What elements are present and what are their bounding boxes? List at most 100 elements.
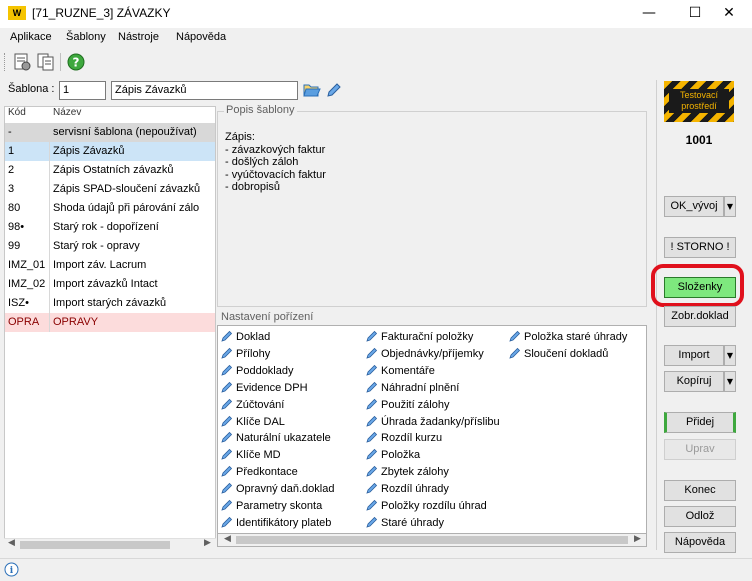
pencil-icon (366, 499, 378, 511)
storno-button[interactable]: ! STORNO ! (664, 237, 736, 258)
table-row[interactable]: 2 Zápis Ostatních závazků (5, 161, 215, 180)
row-code: 1 (8, 145, 15, 157)
row-name: Zápis SPAD-sloučení závazků (53, 183, 201, 195)
help-icon[interactable]: ? (66, 52, 86, 72)
konec-button[interactable]: Konec (664, 480, 736, 501)
settings-item[interactable]: Rozdíl kurzu (366, 431, 442, 447)
template-settings-icon[interactable] (12, 52, 32, 72)
pridej-button[interactable]: Přidej (664, 412, 736, 433)
settings-item[interactable]: Přílohy (221, 347, 270, 363)
row-name: Starý rok - dopořízení (53, 221, 159, 233)
pencil-icon (366, 516, 378, 528)
settings-item[interactable]: Použití zálohy (366, 398, 449, 414)
settings-item[interactable]: Náhradní plnění (366, 381, 459, 397)
table-row[interactable]: 98• Starý rok - dopořízení (5, 218, 215, 237)
toolbar: ? (0, 50, 752, 76)
table-row[interactable]: IMZ_01 Import záv. Lacrum (5, 256, 215, 275)
table-row[interactable]: IMZ_02 Import závazků Intact (5, 275, 215, 294)
table-row[interactable]: 99 Starý rok - opravy (5, 237, 215, 256)
template-grid[interactable]: Kód Název - servisní šablona (nepoužívat)… (4, 106, 216, 550)
info-icon[interactable]: i (4, 562, 19, 577)
settings-horizontal-scrollbar[interactable]: ◀ ▶ (217, 534, 647, 547)
settings-item[interactable]: Zúčtování (221, 398, 284, 414)
pencil-icon (366, 347, 378, 359)
scroll-left-arrow-icon[interactable]: ◀ (8, 538, 15, 548)
pencil-icon (366, 415, 378, 427)
ok-vyvoj-dropdown-arrow-icon[interactable]: ▼ (724, 196, 736, 217)
pencil-icon (221, 516, 233, 528)
row-code: IMZ_02 (8, 278, 46, 290)
template-code-field[interactable]: 1 (59, 81, 106, 100)
odloz-button[interactable]: Odlož (664, 506, 736, 527)
scrollbar-thumb[interactable] (20, 541, 170, 549)
settings-item[interactable]: Položka staré úhrady (509, 330, 627, 346)
row-name: Import závazků Intact (53, 278, 158, 290)
settings-scroll-left-arrow-icon[interactable]: ◀ (224, 534, 231, 544)
import-dropdown-arrow-icon[interactable]: ▼ (724, 345, 736, 366)
settings-item[interactable]: Opravný daň.doklad (221, 482, 334, 498)
settings-item[interactable]: Parametry skonta (221, 499, 322, 515)
kopiruj-dropdown-arrow-icon[interactable]: ▼ (724, 371, 736, 392)
menu-aplikace[interactable]: Aplikace (10, 31, 52, 43)
cell-divider (49, 256, 50, 275)
menu-sablony[interactable]: Šablony (66, 31, 106, 43)
minimize-button[interactable]: — (626, 0, 672, 28)
pencil-icon (366, 381, 378, 393)
row-name: Starý rok - opravy (53, 240, 140, 252)
settings-item[interactable]: Komentáře (366, 364, 435, 380)
slozenky-button[interactable]: Složenky (664, 277, 736, 298)
scroll-right-arrow-icon[interactable]: ▶ (204, 538, 211, 548)
settings-item[interactable]: Klíče MD (221, 448, 281, 464)
table-row[interactable]: ISZ• Import starých závazků (5, 294, 215, 313)
settings-item[interactable]: Položka (366, 448, 420, 464)
settings-item[interactable]: Předkontace (221, 465, 298, 481)
napoveda-button[interactable]: Nápověda (664, 532, 736, 553)
template-name-field[interactable]: Zápis Závazků (111, 81, 298, 100)
title-bar: W [71_RUZNE_3] ZÁVAZKY — ☐ ✕ (0, 0, 752, 28)
kopiruj-button[interactable]: Kopíruj (664, 371, 724, 392)
description-line: Zápis: (225, 131, 255, 143)
settings-scroll-right-arrow-icon[interactable]: ▶ (634, 534, 641, 544)
table-row[interactable]: OPRA OPRAVY (5, 313, 215, 332)
copy-document-icon[interactable] (36, 52, 56, 72)
settings-item[interactable]: Sloučení dokladů (509, 347, 608, 363)
settings-item[interactable]: Fakturační položky (366, 330, 473, 346)
settings-item[interactable]: Klíče DAL (221, 415, 285, 431)
column-header-name[interactable]: Název (53, 107, 82, 123)
settings-item[interactable]: Položky rozdílu úhrad (366, 499, 487, 515)
settings-item-label: Doklad (236, 331, 271, 343)
uprav-button[interactable]: Uprav (664, 439, 736, 460)
zobr-doklad-button[interactable]: Zobr.doklad (664, 306, 736, 327)
pencil-icon (221, 364, 233, 376)
grid-horizontal-scrollbar[interactable]: ◀ ▶ (4, 538, 216, 551)
ok-vyvoj-button[interactable]: OK_vývoj (664, 196, 724, 217)
settings-item[interactable]: Evidence DPH (221, 381, 308, 397)
column-header-code[interactable]: Kód (8, 107, 26, 123)
close-button[interactable]: ✕ (706, 0, 752, 28)
table-row[interactable]: - servisní šablona (nepoužívat) (5, 123, 215, 142)
edit-pencil-icon[interactable] (326, 83, 341, 98)
cell-divider (49, 199, 50, 218)
svg-text:?: ? (73, 56, 80, 70)
import-button[interactable]: Import (664, 345, 724, 366)
settings-item[interactable]: Poddoklady (221, 364, 294, 380)
table-row[interactable]: 3 Zápis SPAD-sloučení závazků (5, 180, 215, 199)
settings-item-label: Náhradní plnění (381, 381, 460, 394)
settings-item[interactable]: Naturální ukazatele (221, 431, 331, 447)
menu-napoveda[interactable]: Nápověda (176, 31, 226, 43)
cell-divider (49, 142, 50, 161)
settings-item-label: Položky rozdílu úhrad (381, 500, 487, 512)
settings-item[interactable]: Identifikátory plateb (221, 516, 331, 532)
settings-item[interactable]: Rozdíl úhrady (366, 482, 449, 498)
menu-nastroje[interactable]: Nástroje (118, 31, 159, 43)
table-row[interactable]: 80 Shoda údajů při párování zálo (5, 199, 215, 218)
settings-scrollbar-thumb[interactable] (236, 536, 628, 544)
folder-open-icon[interactable] (303, 81, 321, 99)
settings-item[interactable]: Objednávky/příjemky (366, 347, 484, 363)
settings-item[interactable]: Zbytek zálohy (366, 465, 449, 481)
settings-item[interactable]: Doklad (221, 330, 270, 346)
table-row[interactable]: 1 Zápis Závazků (5, 142, 215, 161)
settings-item-label: Zbytek zálohy (381, 466, 449, 479)
settings-item[interactable]: Úhrada žadanky/příslibu (366, 415, 500, 431)
settings-item[interactable]: Staré úhrady (366, 516, 444, 532)
